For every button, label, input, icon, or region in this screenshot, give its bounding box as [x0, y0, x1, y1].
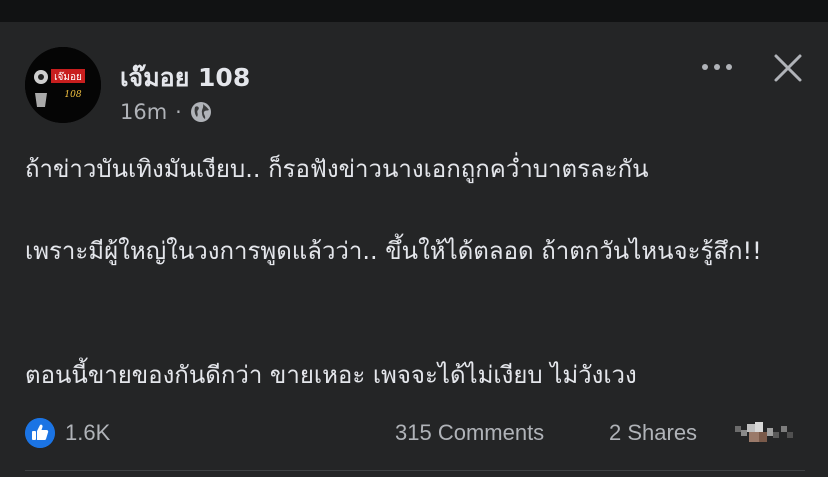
- more-dot: [714, 64, 720, 70]
- reactor-avatar[interactable]: [735, 420, 797, 446]
- avatar[interactable]: เจ๊มอย 108: [25, 47, 101, 123]
- close-icon[interactable]: [770, 50, 806, 86]
- post-footer: 1.6K 315 Comments 2 Shares: [0, 414, 828, 454]
- post-paragraph: ถ้าข่าวบันเทิงมันเงียบ.. ก็รอฟังข่าวนางเ…: [25, 155, 649, 183]
- meta-separator: ·: [175, 100, 182, 124]
- avatar-subtext: 108: [64, 90, 81, 100]
- more-dot: [726, 64, 732, 70]
- thumbs-up-icon[interactable]: [25, 418, 55, 448]
- shares-count[interactable]: 2 Shares: [609, 420, 697, 446]
- post-meta: 16m ·: [120, 98, 212, 126]
- avatar-text: เจ๊มอย: [54, 71, 82, 83]
- more-dot: [702, 64, 708, 70]
- footer-divider: [25, 470, 805, 471]
- more-options-button[interactable]: [695, 52, 739, 82]
- reaction-count[interactable]: 1.6K: [65, 420, 110, 446]
- post-card: เจ๊มอย 108 เจ๊มอย 108 16m · ถ้าข่าวบันเท…: [0, 22, 828, 477]
- post-time[interactable]: 16m: [120, 100, 167, 124]
- top-strip: [0, 0, 828, 22]
- globe-icon[interactable]: [190, 101, 212, 123]
- author-name[interactable]: เจ๊มอย 108: [120, 58, 250, 98]
- comments-count[interactable]: 315 Comments: [395, 420, 544, 446]
- avatar-image: เจ๊มอย 108: [25, 47, 101, 123]
- post-paragraph: เพราะมีผู้ใหญ่ในวงการพูดแล้วว่า.. ขึ้นให…: [25, 237, 762, 265]
- post-paragraph: ตอนนี้ขายของกันดีกว่า ขายเหอะ เพจจะได้ไม…: [25, 361, 637, 389]
